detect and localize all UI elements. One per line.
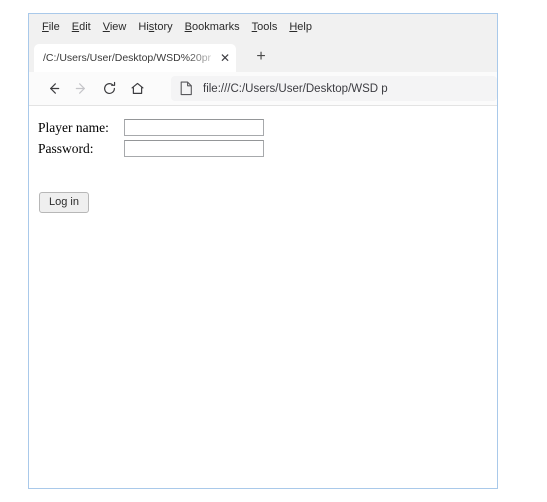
menu-item-edit[interactable]: Edit xyxy=(66,21,97,33)
url-bar[interactable]: file:///C:/Users/User/Desktop/WSD p xyxy=(171,76,497,101)
menu-item-tools[interactable]: Tools xyxy=(246,21,284,33)
reload-icon[interactable] xyxy=(95,75,123,103)
home-icon[interactable] xyxy=(123,75,151,103)
tab-title: /C:/Users/User/Desktop/WSD%20pr xyxy=(43,52,212,64)
menu-item-history[interactable]: History xyxy=(132,21,178,33)
form-row-player-name: Player name: xyxy=(38,119,497,136)
plus-icon[interactable]: + xyxy=(248,44,274,70)
arrow-left-icon[interactable] xyxy=(39,75,67,103)
navigation-toolbar: file:///C:/Users/User/Desktop/WSD p xyxy=(29,72,497,106)
player-name-label: Player name: xyxy=(38,119,109,135)
page-content: Player name: Password: Log in xyxy=(29,106,497,487)
arrow-right-icon[interactable] xyxy=(67,75,95,103)
password-label: Password: xyxy=(38,140,94,156)
password-input[interactable] xyxy=(124,140,264,157)
menu-item-help[interactable]: Help xyxy=(283,21,318,33)
log-in-button[interactable]: Log in xyxy=(39,192,89,213)
player-name-input[interactable] xyxy=(124,119,264,136)
browser-tab-active[interactable]: /C:/Users/User/Desktop/WSD%20pr ✕ xyxy=(34,44,236,72)
tab-strip: /C:/Users/User/Desktop/WSD%20pr ✕ + xyxy=(29,40,497,72)
menu-item-bookmarks[interactable]: Bookmarks xyxy=(179,21,246,33)
menu-item-view[interactable]: View xyxy=(97,21,133,33)
login-form: Player name: Password: Log in xyxy=(38,119,497,213)
url-text: file:///C:/Users/User/Desktop/WSD p xyxy=(203,82,388,95)
page-document-icon xyxy=(180,81,193,96)
close-icon[interactable]: ✕ xyxy=(218,51,232,65)
menu-item-file[interactable]: File xyxy=(36,21,66,33)
form-row-password: Password: xyxy=(38,140,497,157)
browser-window: File Edit View History Bookmarks Tools H… xyxy=(28,13,498,489)
menu-bar: File Edit View History Bookmarks Tools H… xyxy=(29,14,497,40)
